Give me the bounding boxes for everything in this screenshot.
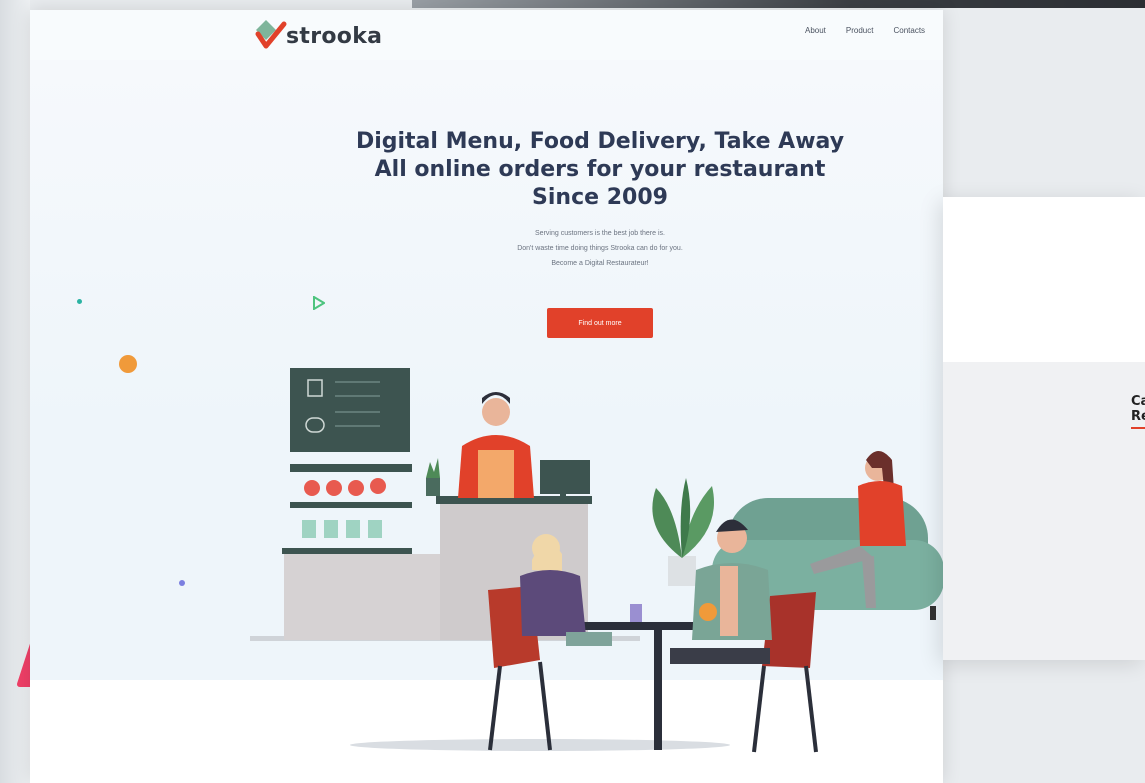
logo-text: strooka [286, 23, 383, 49]
secondary-page-preview: Ca Re [943, 197, 1145, 660]
secondary-preview-title-line-2: Re [1131, 409, 1145, 424]
hero-title: Digital Menu, Food Delivery, Take Away A… [280, 128, 920, 212]
play-triangle-icon [313, 296, 325, 310]
logo[interactable]: strooka [252, 17, 382, 55]
secondary-preview-title: Ca Re [1131, 394, 1145, 424]
secondary-preview-rule [1131, 427, 1145, 429]
decorative-dot-orange [119, 355, 137, 373]
nav-link-product[interactable]: Product [846, 26, 874, 35]
logo-diamond-check-icon [252, 18, 288, 54]
decorative-dot-teal [77, 299, 82, 304]
restaurant-illustration [250, 368, 943, 753]
secondary-preview-grey-area [943, 362, 1145, 660]
decorative-dot-purple [179, 580, 185, 586]
hero-subtitle-line-1: Serving customers is the best job there … [535, 230, 665, 237]
nav-link-about[interactable]: About [805, 26, 826, 35]
hero-title-line-1: Digital Menu, Food Delivery, Take Away [355, 129, 845, 154]
hero-title-line-2: All online orders for your restaurant [374, 157, 826, 182]
nav-link-contacts[interactable]: Contacts [893, 26, 925, 35]
top-navigation: strooka About Product Contacts [30, 10, 943, 60]
menu-board-icon [290, 368, 410, 452]
find-out-more-button[interactable]: Find out more [547, 308, 653, 338]
website-preview: strooka About Product Contacts Digital M… [30, 10, 943, 783]
secondary-preview-title-line-1: Ca [1131, 394, 1145, 409]
hero-subtitle-line-2: Don't waste time doing things Strooka ca… [517, 245, 683, 252]
background-dark-edge [412, 0, 1145, 8]
nav-links: About Product Contacts [805, 26, 925, 35]
hero-subtitle: Serving customers is the best job there … [390, 226, 810, 271]
hero-subtitle-line-3: Become a Digital Restaurateur! [551, 260, 649, 267]
hero-title-line-3: Since 2009 [532, 185, 668, 210]
